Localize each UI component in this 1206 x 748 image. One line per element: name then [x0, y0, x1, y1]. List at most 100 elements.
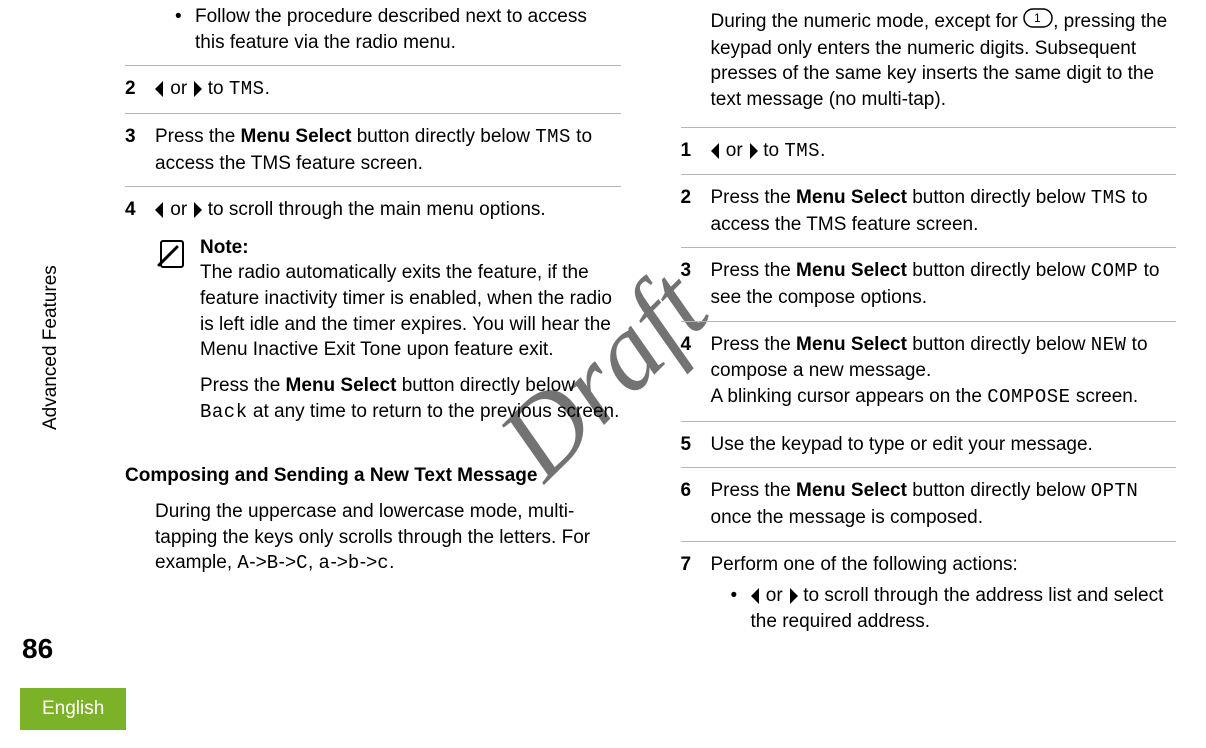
step-body: or to TMS.: [711, 138, 1177, 165]
text: button directly below: [907, 187, 1091, 208]
text: to scroll through the main menu options.: [202, 199, 545, 220]
step-body: Perform one of the following actions: • …: [711, 552, 1177, 635]
dot: .: [389, 552, 394, 573]
menu-select-label: Menu Select: [796, 334, 907, 355]
tms-label: TMS: [535, 126, 571, 148]
dot: .: [265, 78, 270, 99]
right-arrow-icon: [192, 81, 202, 97]
text: Press the: [711, 334, 797, 355]
step-2: 2 or to TMS.: [125, 65, 621, 113]
intro-bullet: • Follow the procedure described next to…: [175, 4, 621, 55]
text-or: or: [165, 78, 192, 99]
dot: .: [820, 140, 825, 161]
compose-intro-paragraph: During the uppercase and lowercase mode,…: [155, 499, 621, 577]
arrow-text: ->: [360, 552, 377, 573]
seq: b: [348, 552, 360, 574]
seq: c: [377, 552, 389, 574]
right-arrow-icon: [788, 588, 798, 604]
back-label: Back: [200, 401, 248, 423]
step-number: 2: [125, 76, 155, 103]
text: A blinking cursor appears on the: [711, 386, 988, 407]
text: Press the: [711, 260, 797, 281]
text: at any time to return to the previous sc…: [248, 401, 620, 422]
text: to scroll through the address list and s…: [751, 585, 1164, 632]
step-body: Press the Menu Select button directly be…: [711, 185, 1177, 237]
svg-text:1: 1: [1034, 11, 1041, 25]
menu-select-label: Menu Select: [796, 480, 907, 501]
seq: a: [319, 552, 331, 574]
step-number: 6: [681, 478, 711, 530]
step-number: 7: [681, 552, 711, 635]
note-block: Note: The radio automatically exits the …: [155, 235, 621, 435]
tms-label: TMS: [229, 78, 265, 100]
sub-bullet-body: or to scroll through the address list an…: [751, 583, 1177, 634]
text: Press the: [711, 480, 797, 501]
step-number: 5: [681, 432, 711, 458]
step-body: Press the Menu Select button directly be…: [711, 258, 1177, 310]
text-or: or: [761, 585, 788, 606]
page-number: 86: [22, 630, 53, 668]
language-tab: English: [20, 688, 126, 730]
numeric-mode-paragraph: During the numeric mode, except for 1 , …: [711, 8, 1177, 113]
arrow-text: ->: [330, 552, 347, 573]
comma: ,: [308, 552, 319, 573]
seq: B: [267, 552, 279, 574]
left-arrow-icon: [751, 588, 761, 604]
optn-label: OPTN: [1091, 480, 1139, 502]
menu-select-label: Menu Select: [796, 260, 907, 281]
text: button directly below: [907, 480, 1091, 501]
page: Draft Advanced Features 86 English • Fol…: [0, 0, 1206, 748]
text: Press the: [155, 126, 241, 147]
text: Press the: [200, 375, 286, 396]
text: button directly below: [351, 126, 535, 147]
step-number: 2: [681, 185, 711, 237]
text: button directly below: [907, 334, 1091, 355]
note-body: Note: The radio automatically exits the …: [200, 235, 621, 435]
section-heading: Composing and Sending a New Text Message: [125, 463, 621, 489]
step-4: 4 or to scroll through the main menu opt…: [125, 186, 621, 445]
seq: C: [296, 552, 308, 574]
text: During the numeric mode, except for: [711, 11, 1024, 32]
sub-bullet: • or to scroll through the address list …: [731, 583, 1177, 634]
left-arrow-icon: [155, 202, 165, 218]
r-step-5: 5 Use the keypad to type or edit your me…: [681, 421, 1177, 468]
text: Press the: [711, 187, 797, 208]
arrow-text: ->: [279, 552, 296, 573]
seq: A: [237, 552, 249, 574]
step-number: 3: [681, 258, 711, 310]
step-body: or to scroll through the main menu optio…: [155, 197, 621, 435]
step-3: 3 Press the Menu Select button directly …: [125, 113, 621, 186]
bullet-dot: •: [175, 4, 195, 55]
text-to: to: [202, 78, 228, 99]
text: screen.: [1071, 386, 1139, 407]
menu-select-label: Menu Select: [286, 375, 397, 396]
step-number: 3: [125, 124, 155, 176]
r-step-2: 2 Press the Menu Select button directly …: [681, 174, 1177, 247]
step-body: Use the keypad to type or edit your mess…: [711, 432, 1177, 458]
step-body: Press the Menu Select button directly be…: [711, 332, 1177, 411]
menu-select-label: Menu Select: [241, 126, 352, 147]
text: button directly below: [396, 375, 575, 396]
left-arrow-icon: [155, 81, 165, 97]
key-1-icon: 1: [1023, 8, 1053, 36]
bullet-dot: •: [731, 583, 751, 634]
step-body: Press the Menu Select button directly be…: [155, 124, 621, 176]
side-section-label: Advanced Features: [38, 265, 64, 430]
left-column: • Follow the procedure described next to…: [125, 0, 621, 688]
right-arrow-icon: [192, 202, 202, 218]
note-paragraph-1: The radio automatically exits the featur…: [200, 262, 612, 360]
r-step-7: 7 Perform one of the following actions: …: [681, 541, 1177, 645]
text-to: to: [758, 140, 784, 161]
step-number: 1: [681, 138, 711, 165]
text-or: or: [165, 199, 192, 220]
menu-select-label: Menu Select: [796, 187, 907, 208]
intro-bullet-text: Follow the procedure described next to a…: [195, 4, 621, 55]
r-step-3: 3 Press the Menu Select button directly …: [681, 247, 1177, 320]
r-step-6: 6 Press the Menu Select button directly …: [681, 467, 1177, 540]
new-label: NEW: [1091, 334, 1127, 356]
compose-label: COMPOSE: [987, 386, 1070, 408]
step-body: or to TMS.: [155, 76, 621, 103]
text: Perform one of the following actions:: [711, 554, 1018, 575]
note-title: Note:: [200, 237, 249, 258]
left-arrow-icon: [711, 143, 721, 159]
